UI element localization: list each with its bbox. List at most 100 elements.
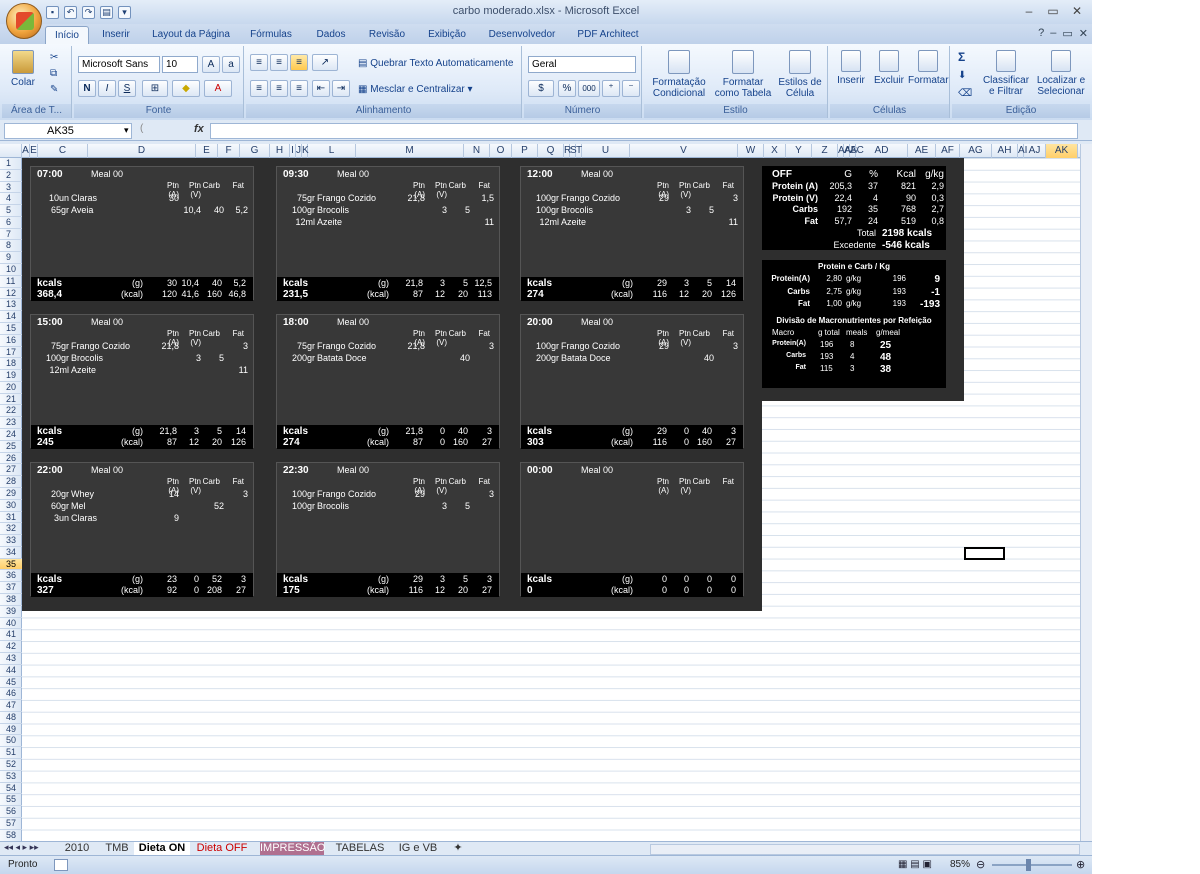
row-header-2[interactable]: 2 xyxy=(0,170,22,182)
tab-inicio[interactable]: Início xyxy=(45,26,89,44)
format-cells-button[interactable]: Formatar xyxy=(908,50,949,86)
fill-color-button[interactable]: ◆ xyxy=(172,80,200,97)
row-header-55[interactable]: 55 xyxy=(0,794,22,807)
worksheet-grid[interactable]: 07:00 Meal 00 Ptn (A) Ptn (V) Carb Fat 10un Cla… xyxy=(22,158,1080,841)
minimize-icon[interactable]: – xyxy=(1018,2,1040,20)
cell-styles-button[interactable]: Estilos de Célula xyxy=(774,50,826,99)
sheet-tab-tmb[interactable]: TMB xyxy=(102,842,132,855)
row-header-34[interactable]: 34 xyxy=(0,547,22,559)
paste-button[interactable]: Colar xyxy=(8,50,38,88)
align-middle-button[interactable]: ≡ xyxy=(270,54,288,71)
row-header-21[interactable]: 21 xyxy=(0,394,22,406)
tab-inserir[interactable]: Inserir xyxy=(96,26,136,44)
row-header-24[interactable]: 24 xyxy=(0,429,22,441)
column-header-aj[interactable]: AJ xyxy=(1024,144,1046,158)
row-header-19[interactable]: 19 xyxy=(0,370,22,382)
conditional-format-button[interactable]: Formatação Condicional xyxy=(648,50,710,99)
row-header-11[interactable]: 11 xyxy=(0,276,22,288)
align-left-button[interactable]: ≡ xyxy=(250,80,268,97)
clear-icon[interactable]: ⌫ xyxy=(958,88,972,99)
percent-button[interactable]: % xyxy=(558,80,576,97)
sheet-nav-icons[interactable]: ◂◂ ◂ ▸ ▸▸ xyxy=(4,842,39,853)
row-header-6[interactable]: 6 xyxy=(0,217,22,229)
column-header-a[interactable]: A xyxy=(22,144,30,158)
row-header-26[interactable]: 26 xyxy=(0,453,22,465)
row-header-31[interactable]: 31 xyxy=(0,512,22,524)
row-header-13[interactable]: 13 xyxy=(0,299,22,312)
increase-indent-button[interactable]: ⇥ xyxy=(332,80,350,97)
align-top-button[interactable]: ≡ xyxy=(250,54,268,71)
column-header-ak[interactable]: AK xyxy=(1046,144,1078,158)
fill-icon[interactable]: ⬇ xyxy=(958,70,966,81)
row-header-9[interactable]: 9 xyxy=(0,252,22,265)
underline-button[interactable]: S xyxy=(118,80,136,97)
row-header-54[interactable]: 54 xyxy=(0,783,22,795)
horizontal-scrollbar[interactable] xyxy=(650,844,1080,855)
row-header-12[interactable]: 12 xyxy=(0,288,22,300)
wb-close-icon[interactable]: ✕ xyxy=(1079,27,1088,40)
close-icon[interactable]: ✕ xyxy=(1066,2,1088,20)
row-header-46[interactable]: 46 xyxy=(0,688,22,701)
tab-revisao[interactable]: Revisão xyxy=(363,26,411,44)
row-header-42[interactable]: 42 xyxy=(0,641,22,653)
sheet-tab-2010[interactable]: 2010 xyxy=(58,842,96,855)
new-sheet-icon[interactable]: ✦ xyxy=(450,842,466,855)
row-header-52[interactable]: 52 xyxy=(0,759,22,771)
selected-cell[interactable] xyxy=(964,547,1005,560)
row-header-43[interactable]: 43 xyxy=(0,653,22,665)
column-header-z[interactable]: Z xyxy=(812,144,838,158)
column-header-ae[interactable]: AE xyxy=(908,144,936,158)
column-header-q[interactable]: Q xyxy=(538,144,564,158)
cut-icon[interactable]: ✂ xyxy=(50,52,58,63)
column-header-n[interactable]: N xyxy=(464,144,490,158)
column-header-m[interactable]: M xyxy=(356,144,464,158)
row-header-4[interactable]: 4 xyxy=(0,193,22,206)
row-header-47[interactable]: 47 xyxy=(0,700,22,712)
row-header-40[interactable]: 40 xyxy=(0,618,22,630)
row-header-51[interactable]: 51 xyxy=(0,747,22,760)
merge-center-button[interactable]: ▦ Mesclar e Centralizar ▾ xyxy=(358,84,473,95)
row-header-18[interactable]: 18 xyxy=(0,358,22,371)
row-header-36[interactable]: 36 xyxy=(0,570,22,583)
row-header-37[interactable]: 37 xyxy=(0,582,22,595)
row-header-8[interactable]: 8 xyxy=(0,240,22,253)
orientation-button[interactable]: ↗ xyxy=(312,54,338,71)
tab-desenvolvedor[interactable]: Desenvolvedor xyxy=(483,26,561,44)
row-header-38[interactable]: 38 xyxy=(0,594,22,606)
align-right-button[interactable]: ≡ xyxy=(290,80,308,97)
column-header-ah[interactable]: AH xyxy=(992,144,1018,158)
column-header-ad[interactable]: AD xyxy=(856,144,908,158)
row-header-17[interactable]: 17 xyxy=(0,347,22,359)
column-header-y[interactable]: Y xyxy=(786,144,812,158)
row-header-16[interactable]: 16 xyxy=(0,335,22,347)
sheet-tab-tabelas[interactable]: TABELAS xyxy=(334,842,386,855)
insert-function-icon[interactable]: fx xyxy=(194,123,204,135)
tab-dados[interactable]: Dados xyxy=(310,26,352,44)
decrease-indent-button[interactable]: ⇤ xyxy=(312,80,330,97)
row-header-33[interactable]: 33 xyxy=(0,535,22,547)
column-header-ag[interactable]: AG xyxy=(960,144,992,158)
zoom-slider-thumb[interactable] xyxy=(1026,859,1031,871)
sheet-tab-dieta-off[interactable]: Dieta OFF xyxy=(194,842,250,855)
macro-record-icon[interactable] xyxy=(54,859,68,871)
row-header-53[interactable]: 53 xyxy=(0,771,22,783)
wb-minimize-icon[interactable]: – xyxy=(1050,27,1056,40)
row-header-27[interactable]: 27 xyxy=(0,464,22,477)
insert-cells-button[interactable]: Inserir xyxy=(832,50,870,86)
column-header-e[interactable]: E xyxy=(30,144,38,158)
zoom-out-icon[interactable]: ⊖ xyxy=(976,858,985,871)
row-header-35[interactable]: 35 xyxy=(0,558,22,571)
row-header-10[interactable]: 10 xyxy=(0,264,22,276)
name-box-dropdown-icon[interactable]: ▾ xyxy=(124,125,129,136)
column-header-w[interactable]: W xyxy=(738,144,764,158)
row-header-25[interactable]: 25 xyxy=(0,441,22,453)
row-header-41[interactable]: 41 xyxy=(0,629,22,642)
row-header-30[interactable]: 30 xyxy=(0,500,22,512)
row-header-39[interactable]: 39 xyxy=(0,606,22,618)
help-icon[interactable]: ? xyxy=(1038,27,1044,40)
sheet-tab-ig-vb[interactable]: IG e VB xyxy=(394,842,442,855)
row-header-32[interactable]: 32 xyxy=(0,523,22,536)
row-header-23[interactable]: 23 xyxy=(0,417,22,430)
format-table-button[interactable]: Formatar como Tabela xyxy=(712,50,774,99)
borders-button[interactable]: ⊞ xyxy=(142,80,168,97)
